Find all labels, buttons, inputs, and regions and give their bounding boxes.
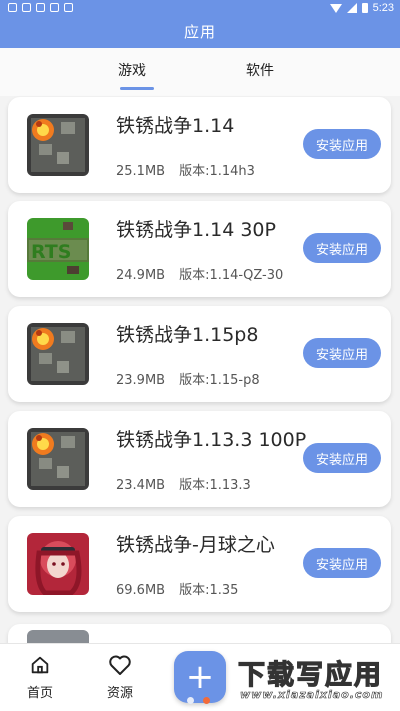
watermark-url: www.xiazaixiao.com [240, 688, 384, 702]
app-size: 25.1MB [116, 164, 166, 179]
add-button[interactable]: + [174, 651, 226, 703]
app-version: 版本:1.13.3 [179, 478, 251, 493]
install-button[interactable]: 安装应用 [303, 548, 381, 578]
app-meta: 24.9MB 版本:1.14-QZ-30 [116, 264, 283, 283]
status-icons-right: 5:23 [329, 2, 394, 14]
app-meta: 23.9MB 版本:1.15-p8 [116, 369, 260, 388]
app-card[interactable]: 铁锈战争1.15p8 23.9MB 版本:1.15-p8 安装应用 [8, 306, 391, 402]
app-name: 铁锈战争-月球之心 [116, 534, 275, 556]
page-indicator-dot-active [203, 697, 210, 704]
heart-icon [109, 655, 131, 675]
app-version: 版本:1.15-p8 [179, 373, 260, 388]
nav-home[interactable]: 首页 [10, 654, 70, 701]
app-meta: 69.6MB 版本:1.35 [116, 579, 238, 598]
grid-icon [36, 3, 45, 12]
a-icon [64, 3, 73, 12]
status-icons-left [8, 3, 73, 12]
signal-icon [346, 3, 357, 13]
app-version: 版本:1.14-QZ-30 [179, 268, 284, 283]
watermark: 下载写应用 www.xiazaixiao.com [237, 653, 398, 705]
app-size: 23.4MB [116, 478, 166, 493]
app-name: 铁锈战争1.14 30P [116, 219, 276, 241]
app-icon [50, 3, 59, 12]
app-version: 版本:1.35 [179, 583, 239, 598]
app-name: 铁锈战争1.13.3 100P [116, 429, 307, 451]
rusted-warfare-icon [27, 428, 89, 490]
wifi-icon [329, 3, 342, 13]
notification-icon [8, 3, 17, 12]
svg-text:RTS: RTS [31, 241, 71, 263]
nav-resources-label: 资源 [106, 686, 133, 701]
nav-resources[interactable]: 资源 [90, 654, 150, 701]
app-card[interactable]: RTS 铁锈战争1.14 30P 24.9MB 版本:1.14-QZ-30 安装应… [8, 201, 391, 297]
rusted-warfare-icon [27, 114, 89, 176]
install-button[interactable]: 安装应用 [303, 233, 381, 263]
app-card[interactable]: 铁锈战争-月球之心 69.6MB 版本:1.35 安装应用 [8, 516, 391, 612]
app-icon [22, 3, 31, 12]
watermark-title: 下载写应用 [237, 659, 383, 691]
app-name: 铁锈战争1.15p8 [116, 324, 259, 346]
page-indicator-dot [187, 697, 194, 704]
rusted-warfare-icon [27, 323, 89, 385]
install-button[interactable]: 安装应用 [303, 443, 381, 473]
tab-bar: 游戏 软件 [0, 48, 400, 96]
battery-icon [361, 3, 368, 13]
app-size: 23.9MB [116, 373, 166, 388]
home-icon [31, 656, 49, 674]
tab-games[interactable]: 游戏 [118, 60, 146, 80]
nav-home-label: 首页 [26, 686, 53, 701]
page-title: 应用 [183, 23, 216, 41]
app-card[interactable]: 铁锈战争1.14 25.1MB 版本:1.14h3 安装应用 [8, 97, 391, 193]
app-meta: 23.4MB 版本:1.13.3 [116, 474, 251, 493]
install-button[interactable]: 安装应用 [303, 129, 381, 159]
tab-indicator [120, 87, 154, 90]
app-name: 铁锈战争1.14 [116, 115, 235, 137]
install-button[interactable]: 安装应用 [303, 338, 381, 368]
status-time: 5:23 [372, 2, 394, 14]
tab-software[interactable]: 软件 [246, 60, 274, 80]
app-bar: 应用 [0, 18, 400, 48]
app-version: 版本:1.14h3 [179, 164, 255, 179]
app-size: 24.9MB [116, 268, 166, 283]
app-meta: 25.1MB 版本:1.14h3 [116, 160, 255, 179]
app-size: 69.6MB [116, 583, 166, 598]
rts-icon: RTS [27, 218, 89, 280]
status-bar: 5:23 [0, 0, 400, 18]
anime-character-icon [27, 533, 89, 595]
app-card[interactable]: 铁锈战争1.13.3 100P 23.4MB 版本:1.13.3 安装应用 [8, 411, 391, 507]
